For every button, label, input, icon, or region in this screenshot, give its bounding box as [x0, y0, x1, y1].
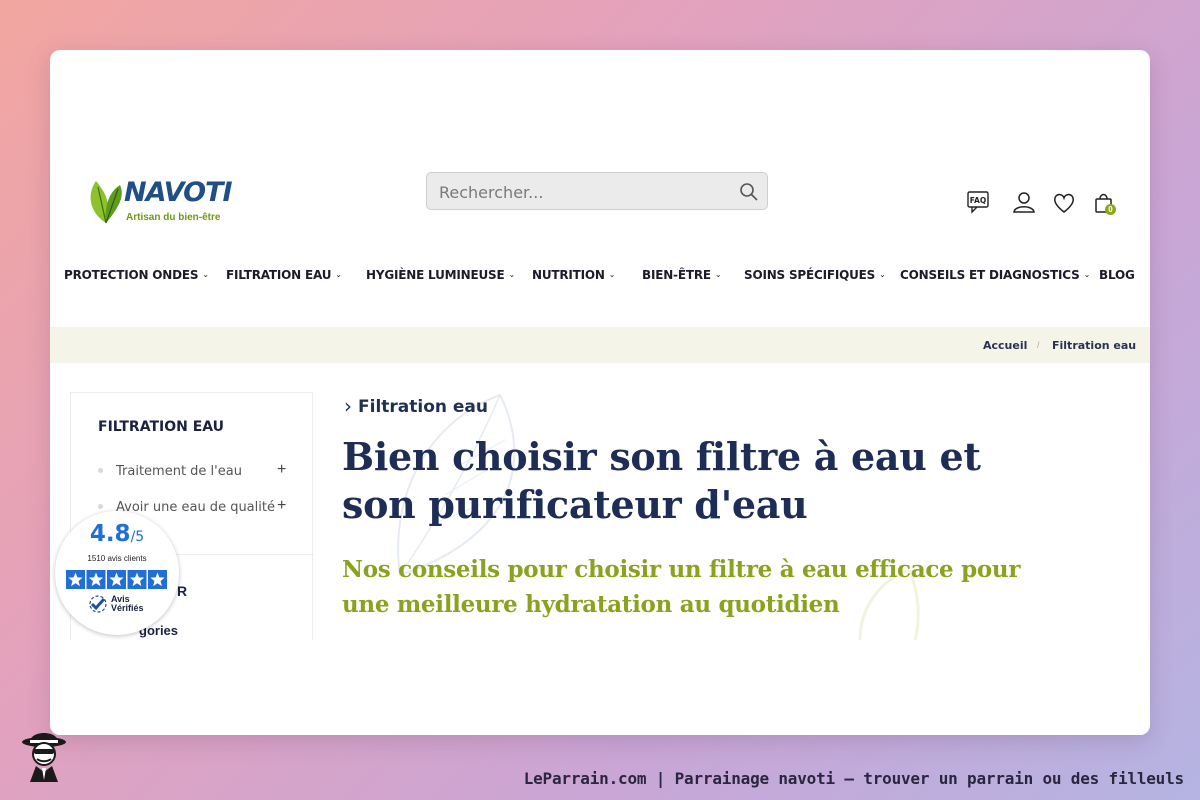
verified-reviews-badge[interactable]: 4.8/5 1510 avis clients Avis Vérifiés [55, 511, 179, 635]
faq-icon[interactable]: FAQ [966, 190, 992, 216]
nav-item-soins-specifiques[interactable]: SOINS SPÉCIFIQUES ⌄ [744, 268, 886, 282]
sidebar-item-label: Avoir une eau de qualité [116, 500, 275, 515]
chevron-down-icon: ⌄ [202, 270, 209, 279]
review-count: 1510 avis clients [87, 554, 147, 563]
bullet-icon [98, 504, 103, 509]
avis-verifies-logo: Avis Vérifiés [89, 595, 144, 618]
nav-item-hygiene-lumineuse[interactable]: HYGIÈNE LUMINEUSE ⌄ [366, 268, 515, 282]
page-title: Bien choisir son filtre à eau et son pur… [342, 434, 981, 527]
leparrain-mascot-icon [22, 733, 66, 782]
nav-label: PROTECTION ONDES [64, 268, 199, 282]
browser-page: NAVOTI Artisan du bien-être FAQ [50, 50, 1150, 735]
nav-label: BIEN-ÊTRE [642, 268, 711, 282]
chevron-down-icon: ⌄ [335, 270, 342, 279]
breadcrumb-current: Filtration eau [1052, 339, 1137, 352]
search-box [426, 172, 768, 210]
footer-caption: LeParrain.com | Parrainage navoti — trou… [523, 769, 1185, 788]
cart-icon[interactable]: 0 [1091, 190, 1117, 216]
rating-value: 4.8 [89, 521, 131, 547]
sidebar-item-label: Traitement de l'eau [116, 464, 242, 479]
avis-verifies-check-icon [89, 595, 107, 613]
navoti-logo[interactable]: NAVOTI Artisan du bien-être [86, 175, 246, 227]
main-nav: PROTECTION ONDES ⌄ FILTRATION EAU ⌄ HYGIÈN… [50, 268, 1150, 288]
search-input[interactable] [437, 180, 731, 204]
leaf-logo-icon [90, 181, 122, 224]
kicker-label: Filtration eau [358, 397, 489, 417]
expand-plus-icon[interactable]: + [277, 497, 286, 515]
nav-label: FILTRATION EAU [226, 268, 332, 282]
sidebar-partial-heading: R [177, 583, 188, 599]
chevron-down-icon: ⌄ [508, 270, 515, 279]
chevron-down-icon: ⌄ [714, 270, 722, 279]
nav-item-nutrition[interactable]: NUTRITION ⌄ [532, 268, 615, 282]
rating-score: 4.8/5 [55, 521, 179, 547]
nav-item-bien-etre[interactable]: BIEN-ÊTRE ⌄ [642, 268, 722, 282]
breadcrumb-separator: / [1037, 340, 1040, 350]
brand-line-2: Vérifiés [111, 603, 144, 613]
expand-plus-icon[interactable]: + [277, 461, 286, 479]
five-stars-icon [66, 570, 167, 589]
chevron-down-icon: ⌄ [879, 270, 886, 279]
page-subtitle: Nos conseils pour choisir un filtre à ea… [342, 556, 1021, 618]
rating-scale: /5 [130, 529, 145, 545]
chevron-right-icon: › [344, 394, 352, 418]
nav-label: NUTRITION [532, 268, 605, 282]
breadcrumb-home-link[interactable]: Accueil [983, 339, 1027, 352]
chevron-down-icon: ⌄ [608, 270, 616, 279]
bullet-icon [98, 468, 103, 473]
nav-item-conseils-diagnostics[interactable]: CONSEILS ET DIAGNOSTICS ⌄ [900, 268, 1090, 282]
logo-wordmark: NAVOTI [124, 177, 232, 208]
sidebar-item-traitement-eau[interactable]: Traitement de l'eau [98, 464, 242, 479]
nav-label: BLOG [1099, 268, 1135, 282]
breadcrumb: Accueil / Filtration eau [50, 327, 1150, 363]
nav-item-blog[interactable]: BLOG [1099, 268, 1135, 282]
user-account-icon[interactable] [1011, 190, 1037, 216]
nav-label: SOINS SPÉCIFIQUES [744, 268, 876, 282]
search-icon[interactable] [739, 182, 759, 207]
blank-area [50, 640, 1150, 735]
nav-label: HYGIÈNE LUMINEUSE [366, 268, 505, 282]
faq-icon-label: FAQ [970, 196, 986, 205]
nav-item-filtration-eau[interactable]: FILTRATION EAU ⌄ [226, 268, 342, 282]
sidebar-title: FILTRATION EAU [98, 419, 225, 435]
category-kicker: › Filtration eau [344, 393, 489, 418]
nav-label: CONSEILS ET DIAGNOSTICS [900, 268, 1080, 282]
chevron-down-icon: ⌄ [1083, 270, 1091, 279]
cart-count-badge: 0 [1105, 204, 1116, 215]
logo-tagline: Artisan du bien-être [126, 212, 221, 223]
nav-item-protection-ondes[interactable]: PROTECTION ONDES ⌄ [64, 268, 209, 282]
wishlist-heart-icon[interactable] [1051, 190, 1077, 216]
